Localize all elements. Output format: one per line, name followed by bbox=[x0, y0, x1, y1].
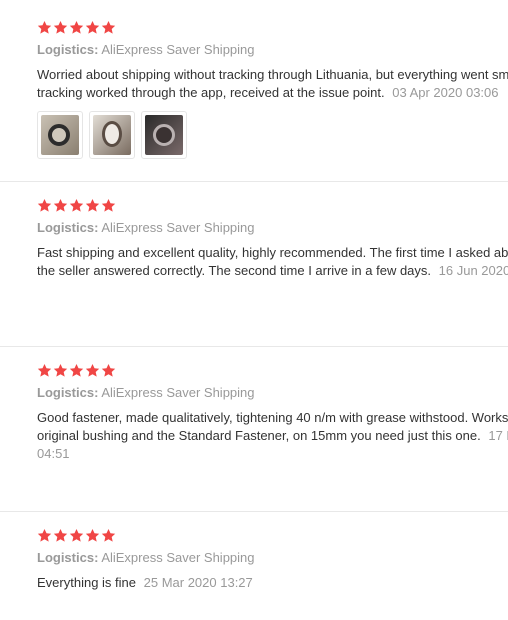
review-text: Everything is fine 25 Mar 2020 13:27 bbox=[37, 574, 508, 592]
logistics-value: AliExpress Saver Shipping bbox=[101, 220, 255, 235]
review-text: Worried about shipping without tracking … bbox=[37, 66, 508, 102]
star-rating bbox=[37, 198, 117, 214]
star-icon bbox=[101, 198, 116, 213]
logistics-label: Logistics: bbox=[37, 385, 99, 400]
logistics-info: Logistics: AliExpress Saver Shipping bbox=[37, 385, 255, 401]
review-item: Logistics: AliExpress Saver Shipping Eve… bbox=[0, 512, 508, 620]
star-icon bbox=[53, 20, 68, 35]
logistics-label: Logistics: bbox=[37, 42, 99, 57]
star-icon bbox=[101, 363, 116, 378]
star-icon bbox=[53, 198, 68, 213]
star-icon bbox=[69, 198, 84, 213]
star-icon bbox=[101, 20, 116, 35]
logistics-info: Logistics: AliExpress Saver Shipping bbox=[37, 42, 255, 58]
star-icon bbox=[85, 20, 100, 35]
star-icon bbox=[69, 363, 84, 378]
star-icon bbox=[85, 198, 100, 213]
star-icon bbox=[69, 528, 84, 543]
product-photo bbox=[145, 115, 183, 155]
star-icon bbox=[37, 528, 52, 543]
star-icon bbox=[85, 363, 100, 378]
star-rating bbox=[37, 528, 117, 544]
logistics-value: AliExpress Saver Shipping bbox=[101, 42, 255, 57]
review-body: Fast shipping and excellent quality, hig… bbox=[37, 245, 508, 278]
review-date: 16 Jun 2020 12:00 bbox=[438, 263, 508, 278]
review-date: 03 Apr 2020 03:06 bbox=[392, 85, 499, 100]
star-icon bbox=[53, 528, 68, 543]
star-icon bbox=[85, 528, 100, 543]
review-body: Good fastener, made qualitatively, tight… bbox=[37, 410, 508, 443]
star-icon bbox=[101, 528, 116, 543]
review-photo-thumbnail[interactable] bbox=[37, 111, 83, 159]
star-icon bbox=[53, 363, 68, 378]
logistics-value: AliExpress Saver Shipping bbox=[101, 550, 255, 565]
star-icon bbox=[37, 363, 52, 378]
review-photo-thumbnail[interactable] bbox=[89, 111, 135, 159]
review-item: Logistics: AliExpress Saver Shipping Goo… bbox=[0, 347, 508, 512]
logistics-label: Logistics: bbox=[37, 550, 99, 565]
review-photo-thumbnail[interactable] bbox=[141, 111, 187, 159]
product-photo bbox=[93, 115, 131, 155]
star-rating bbox=[37, 363, 117, 379]
review-text: Good fastener, made qualitatively, tight… bbox=[37, 409, 508, 463]
review-text: Fast shipping and excellent quality, hig… bbox=[37, 244, 508, 280]
review-photos bbox=[37, 111, 193, 159]
logistics-info: Logistics: AliExpress Saver Shipping bbox=[37, 550, 255, 566]
product-photo bbox=[41, 115, 79, 155]
review-date: 25 Mar 2020 13:27 bbox=[143, 575, 253, 590]
star-rating bbox=[37, 20, 117, 36]
logistics-info: Logistics: AliExpress Saver Shipping bbox=[37, 220, 255, 236]
review-body: Everything is fine bbox=[37, 575, 136, 590]
star-icon bbox=[69, 20, 84, 35]
review-item: Logistics: AliExpress Saver Shipping Wor… bbox=[0, 4, 508, 182]
logistics-value: AliExpress Saver Shipping bbox=[101, 385, 255, 400]
star-icon bbox=[37, 20, 52, 35]
logistics-label: Logistics: bbox=[37, 220, 99, 235]
review-item: Logistics: AliExpress Saver Shipping Fas… bbox=[0, 182, 508, 347]
star-icon bbox=[37, 198, 52, 213]
